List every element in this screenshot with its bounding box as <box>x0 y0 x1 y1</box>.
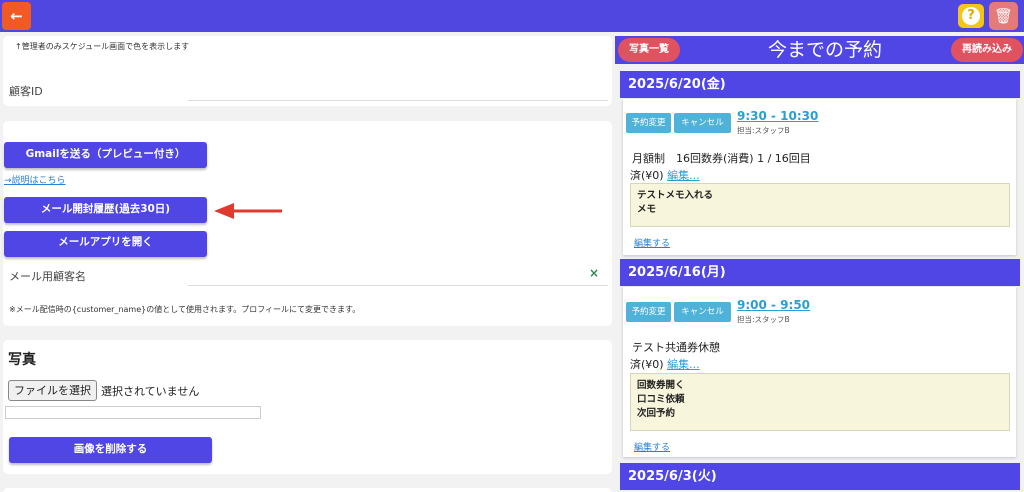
mail-card: Gmailを送る（プレビュー付き） →説明はこちら メール開封履歴(過去30日)… <box>3 121 612 326</box>
reservation-memo: テストメモ入れる メモ <box>630 183 1010 227</box>
memo-line: テストメモ入れる <box>637 190 714 201</box>
photo-list-button[interactable]: 写真一覧 <box>618 38 680 62</box>
change-reservation-button[interactable]: 予約変更 <box>626 113 671 133</box>
annotation-arrow-icon <box>214 203 282 219</box>
reservation-staff: 担当:スタッフB <box>737 126 790 135</box>
photo-image <box>5 406 261 419</box>
cancel-reservation-button[interactable]: キャンセル <box>674 302 731 322</box>
reservation-title: 今までの予約 <box>767 39 882 61</box>
trash-icon: 🗑 <box>993 7 1014 25</box>
paid-status: 済(¥0) <box>630 169 664 182</box>
back-button[interactable]: ← <box>2 2 31 30</box>
file-status: 選択されていません <box>101 385 200 398</box>
gmail-send-button[interactable]: Gmailを送る（プレビュー付き） <box>4 142 207 168</box>
memo-line: 口コミ依頼 <box>637 394 685 405</box>
reservation-card: 予約変更 キャンセル 9:30 - 10:30 担当:スタッフB 月額制 16回… <box>623 99 1016 255</box>
help-icon: ? <box>962 7 980 25</box>
memo-line: 回数券開く <box>637 380 685 391</box>
top-bar <box>0 0 1024 32</box>
mail-app-button[interactable]: メールアプリを開く <box>4 231 207 257</box>
mail-name-label: メール用顧客名 <box>9 270 86 283</box>
file-select-button[interactable]: ファイルを選択 <box>8 380 97 401</box>
reservation-memo: 回数券開く 口コミ依頼 次回予約 <box>630 373 1010 431</box>
paid-status: 済(¥0) <box>630 358 664 371</box>
mail-name-input[interactable] <box>188 285 608 286</box>
cancel-reservation-button[interactable]: キャンセル <box>674 113 731 133</box>
reservation-staff: 担当:スタッフB <box>737 315 790 324</box>
explain-link[interactable]: →説明はこちら <box>4 173 66 186</box>
memo-line: 次回予約 <box>637 408 676 419</box>
change-reservation-button[interactable]: 予約変更 <box>626 302 671 322</box>
delete-button[interactable]: 🗑 <box>989 2 1018 30</box>
reservation-plan: 月額制 16回数券(消費) 1 / 16回目 <box>632 152 811 165</box>
mail-open-history-button[interactable]: メール開封履歴(過去30日) <box>4 197 207 223</box>
photo-heading: 写真 <box>8 352 36 368</box>
reservation-time[interactable]: 9:00 - 9:50 <box>737 298 810 312</box>
reservation-date: 2025/6/20(金) <box>620 71 1020 98</box>
photo-card: 写真 ファイルを選択 選択されていません 画像を削除する <box>3 340 612 474</box>
reload-button[interactable]: 再読み込み <box>951 38 1023 62</box>
memo-line: メモ <box>637 204 657 215</box>
reservation-paid: 済(¥0) 編集... <box>630 356 700 372</box>
reservation-date: 2025/6/3(火) <box>620 463 1020 490</box>
edit-memo-link[interactable]: 編集する <box>634 236 670 249</box>
clear-icon[interactable]: × <box>589 266 599 280</box>
help-button[interactable]: ? <box>958 4 984 28</box>
reservation-time[interactable]: 9:30 - 10:30 <box>737 109 818 123</box>
customer-id-input[interactable] <box>188 100 608 101</box>
schedule-note: ↑管理者のみスケジュール画面で色を表示します <box>15 42 190 51</box>
reservation-paid: 済(¥0) 編集... <box>630 167 700 183</box>
delete-image-button[interactable]: 画像を削除する <box>9 437 212 463</box>
edit-memo-link[interactable]: 編集する <box>634 440 670 453</box>
reservation-card: 予約変更 キャンセル 9:00 - 9:50 担当:スタッフB テスト共通券休憩… <box>623 287 1016 457</box>
reservation-plan: テスト共通券休憩 <box>632 341 720 354</box>
customer-id-card: ↑管理者のみスケジュール画面で色を表示します 顧客ID <box>3 36 612 106</box>
next-card <box>3 488 612 492</box>
customer-id-label: 顧客ID <box>9 85 43 98</box>
back-arrow-icon: ← <box>10 7 23 25</box>
edit-payment-link[interactable]: 編集... <box>667 169 700 182</box>
edit-payment-link[interactable]: 編集... <box>667 358 700 371</box>
reservation-date: 2025/6/16(月) <box>620 259 1020 286</box>
mail-name-note: ※メール配信時の{customer_name}の値として使用されます。プロフィー… <box>9 305 361 314</box>
